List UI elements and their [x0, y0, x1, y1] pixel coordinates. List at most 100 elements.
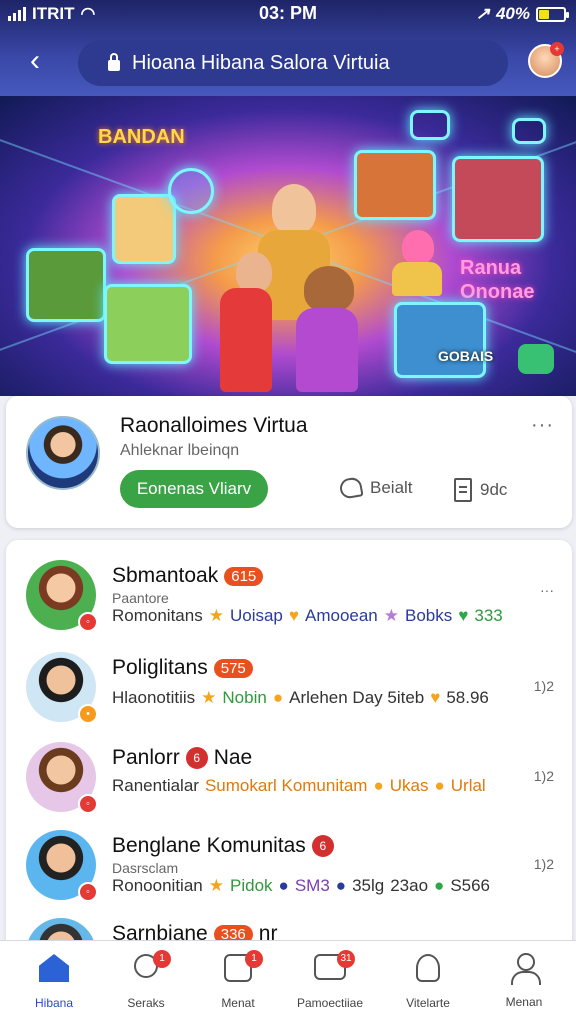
tag-text: Ukas — [389, 776, 429, 795]
more-options-icon[interactable]: 1)2 — [534, 856, 554, 872]
list-item[interactable]: ◦ Panlorr 6 Nae Ranentialar Sumokarl Komu… — [6, 726, 572, 814]
address-bar[interactable]: Hioana Hibana Salora Virtuia — [78, 40, 508, 86]
mail-icon — [512, 118, 546, 144]
tag-text: Romonitans — [112, 606, 203, 625]
nav-item-profile[interactable]: Menan — [476, 951, 572, 1009]
tag-text: Urlal — [450, 776, 486, 795]
community-title-wrap: Panlorr 6 Nae — [112, 746, 252, 770]
community-title-wrap: Poliglitans 575 — [112, 656, 253, 680]
hero-character-right-body — [392, 262, 442, 296]
community-title-wrap: Sbmantoak 615 — [112, 564, 264, 588]
more-options-icon[interactable]: 1)2 — [534, 768, 554, 784]
tag-text: 333 — [474, 606, 503, 625]
tag-text: 23ao — [390, 876, 429, 895]
nav-badge: 31 — [337, 950, 355, 968]
count-pill: 615 — [224, 566, 264, 586]
battery-fill — [539, 9, 549, 19]
hero-neon-sign-right: Ranua Ononae — [460, 257, 535, 303]
tag-icon: ● — [335, 876, 347, 895]
tag-icon: ● — [434, 776, 445, 795]
list-item[interactable]: ◦ Sbmantoak 615 Paantore Romonitans ★ Uois… — [6, 544, 572, 632]
mail-icon — [410, 110, 450, 140]
join-button[interactable]: Eonenas Vliarv — [120, 470, 268, 508]
tag-text: SM3 — [294, 876, 330, 895]
avatar-badge: ◦ — [78, 794, 98, 814]
top-bar: ITRIT ◠ 03: PM ↗ 40% ‹ Hioana Hibana Sal… — [0, 0, 576, 96]
hero-photo-card — [104, 284, 192, 364]
tag-icon: ★ — [208, 606, 224, 625]
community-avatar: ◦ — [26, 830, 98, 902]
heart-icon — [338, 476, 364, 500]
tag-text: Ronoonitian — [112, 876, 203, 895]
community-list: ◦ Sbmantoak 615 Paantore Romonitans ★ Uois… — [6, 540, 572, 960]
avatar-badge: ◦ — [78, 612, 98, 632]
tag-icon: ♥ — [288, 606, 299, 625]
home-icon — [37, 954, 71, 988]
count-pill: 575 — [213, 658, 253, 678]
hero-character-center — [272, 184, 316, 234]
community-title-extra: Nae — [213, 746, 253, 769]
document-icon — [454, 478, 472, 502]
community-meta: Dasrsclam — [112, 860, 179, 876]
bottom-navigation: Hibana 1 Seraks 1 Menat 31 Pamoectiiae V… — [0, 940, 576, 1024]
tag-text: S566 — [450, 876, 491, 895]
battery-percent: 40% — [495, 4, 530, 23]
nav-item-chat[interactable]: 31 Pamoectiiae — [282, 950, 378, 1010]
like-label: Beialt — [370, 478, 413, 497]
list-item[interactable]: • Poliglitans 575 Hlaonotitiis ★ Nobin ● Arl… — [6, 636, 572, 724]
notification-icon — [411, 954, 445, 988]
hero-character-girl — [236, 252, 272, 292]
community-avatar: • — [26, 652, 98, 724]
profile-avatar-button[interactable]: + — [528, 42, 564, 78]
like-button[interactable]: Beialt — [338, 476, 413, 500]
list-item[interactable]: ◦ Benglane Komunitas 6 Dasrsclam Ronooni… — [6, 814, 572, 902]
more-options-icon[interactable]: ··· — [531, 414, 554, 437]
location-icon: ↗ — [475, 4, 490, 23]
nav-label: Menan — [505, 995, 543, 1009]
tag-text: Pidok — [230, 876, 273, 895]
hero-character-right — [402, 230, 434, 264]
featured-avatar — [26, 416, 100, 490]
community-tags: Hlaonotitiis ★ Nobin ● Arlehen Day 5iteb ♥ 58.… — [112, 688, 489, 708]
hero-character-girl-body — [220, 288, 272, 392]
hero-photo-card — [452, 156, 544, 242]
tag-text: Bobks — [405, 606, 453, 625]
nav-item-home[interactable]: Hibana — [6, 951, 102, 1010]
document-button[interactable]: 9dc — [454, 478, 507, 502]
lock-icon — [108, 53, 120, 71]
hero-photo-card — [394, 302, 486, 378]
count-badge: 6 — [311, 835, 334, 857]
tag-text: 35lg — [352, 876, 385, 895]
menu-card-icon: 1 — [221, 950, 263, 988]
tag-text: 58.96 — [446, 688, 489, 707]
chat-card-icon: 31 — [313, 950, 355, 988]
hero-character-mascot-body — [296, 308, 358, 392]
battery-icon — [536, 6, 569, 22]
community-title: Panlorr — [112, 746, 180, 769]
tag-icon: ● — [373, 776, 384, 795]
user-icon — [507, 953, 541, 987]
community-title: Poliglitans — [112, 656, 208, 679]
chevron-left-icon: ‹ — [30, 44, 40, 77]
community-tags: Ronoonitian ★ Pidok ● SM3 ● 35lg 23ao ● S566 — [112, 876, 490, 896]
tag-text: Amooean — [304, 606, 378, 625]
community-meta: Paantore — [112, 590, 169, 606]
hero-character-mascot — [304, 266, 354, 312]
community-title: Sbmantoak — [112, 564, 219, 587]
community-avatar: ◦ — [26, 560, 98, 632]
tag-text: Uoisap — [229, 606, 283, 625]
tag-text: Nobin — [222, 688, 267, 707]
hero-banner[interactable]: BANDAN Ranua Ononae GOBAIS — [0, 96, 576, 396]
nav-item-notifications[interactable]: Vitelarte — [380, 951, 476, 1010]
featured-community-card[interactable]: Raonalloimes Virtua Ahleknar lbeinqn Eon… — [6, 396, 572, 528]
nav-label: Vitelarte — [406, 996, 450, 1010]
hero-card-label: GOBAIS — [438, 348, 494, 364]
status-right: ↗ 40% — [475, 4, 569, 24]
more-options-icon[interactable]: 1)2 — [534, 678, 554, 694]
featured-name: Raonalloimes Virtua — [120, 414, 308, 437]
tag-icon: ● — [278, 876, 289, 895]
back-button[interactable]: ‹ — [18, 44, 52, 78]
nav-item-menu[interactable]: 1 Menat — [190, 950, 286, 1010]
more-options-icon[interactable]: ··· — [540, 582, 554, 598]
nav-item-search[interactable]: 1 Seraks — [98, 949, 194, 1010]
